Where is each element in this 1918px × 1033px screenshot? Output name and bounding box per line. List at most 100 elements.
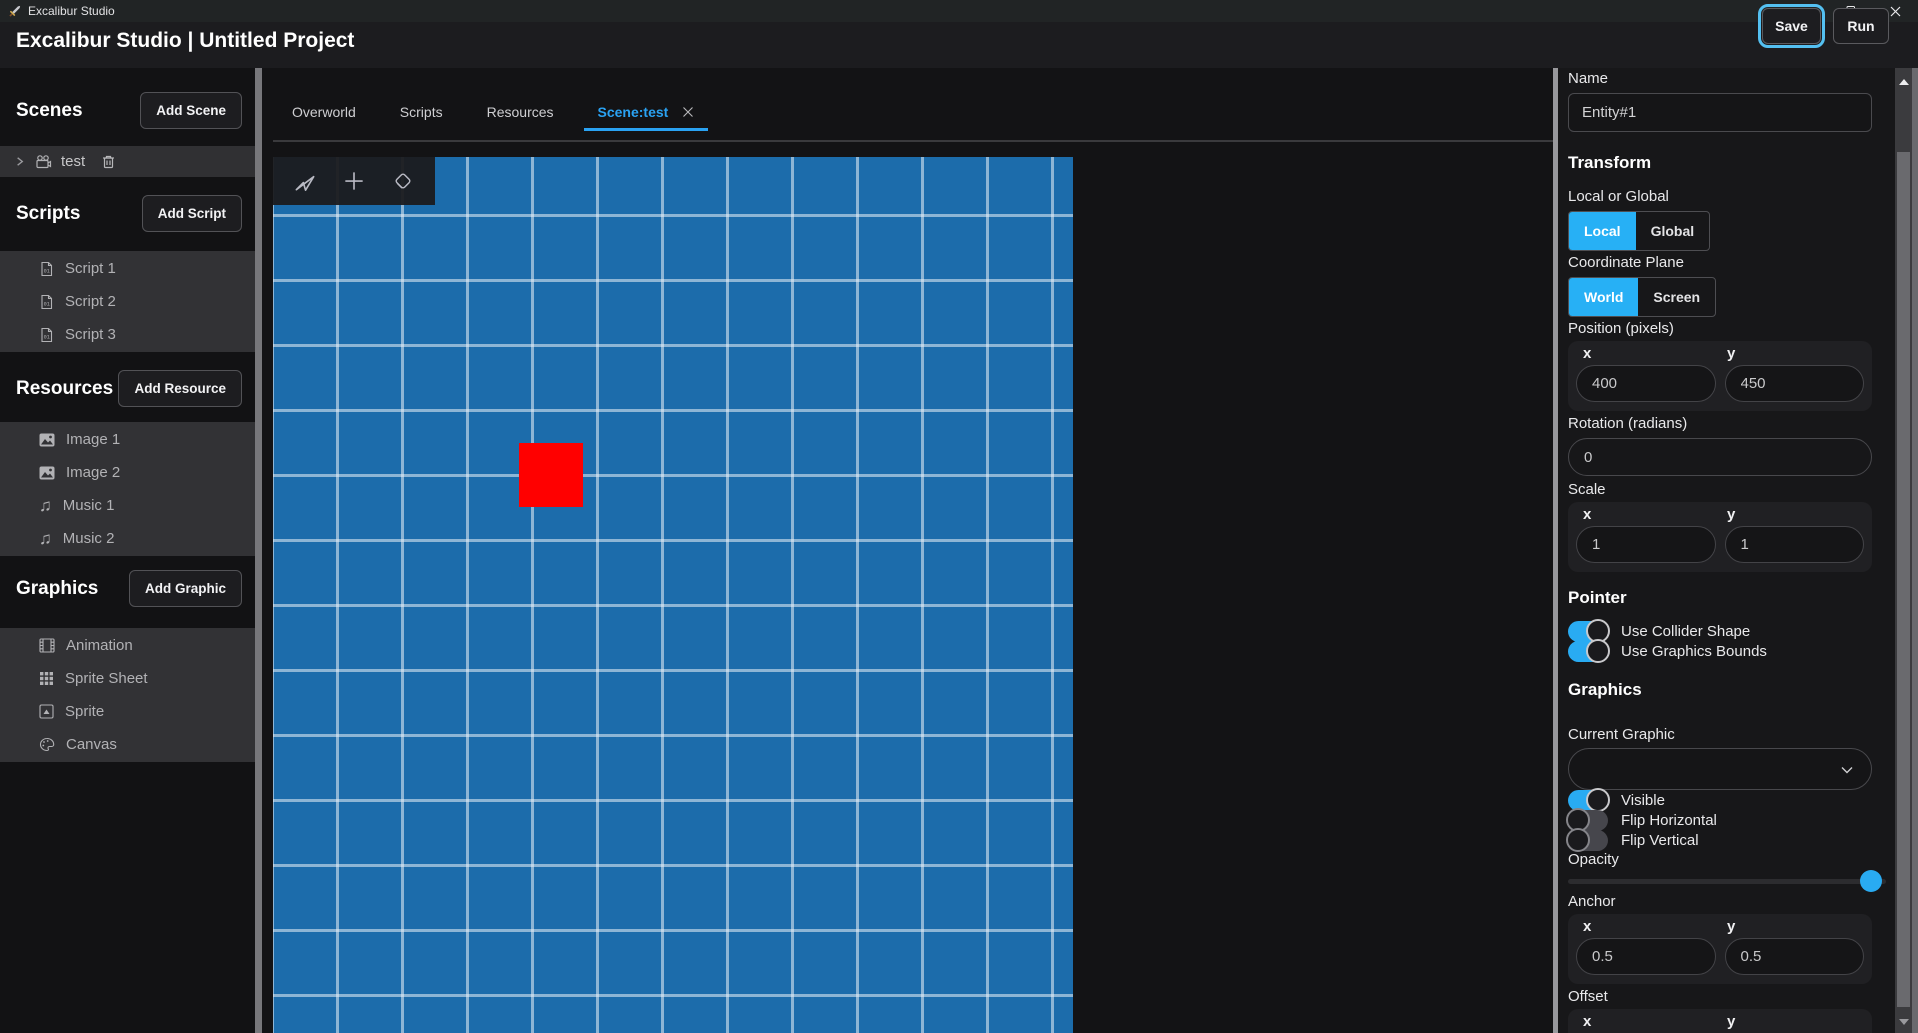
flip-horizontal-row: Flip Horizontal bbox=[1568, 810, 1872, 830]
cursor-icon bbox=[292, 168, 318, 194]
opacity-label: Opacity bbox=[1568, 851, 1872, 868]
script-list-item[interactable]: 01 Script 3 bbox=[0, 318, 255, 351]
opacity-slider[interactable] bbox=[1568, 879, 1886, 884]
use-collider-shape-toggle[interactable] bbox=[1568, 621, 1608, 642]
scale-group: x y bbox=[1568, 502, 1872, 572]
position-y-label: y bbox=[1720, 345, 1864, 362]
tab-label: Resources bbox=[487, 104, 554, 120]
anchor-label: Anchor bbox=[1568, 893, 1872, 910]
tab-scene-test[interactable]: Scene:test bbox=[596, 94, 697, 130]
music-icon: ♫ bbox=[39, 530, 52, 547]
flip-vertical-toggle[interactable] bbox=[1568, 830, 1608, 851]
opacity-slider-thumb[interactable] bbox=[1860, 870, 1882, 892]
scene-canvas[interactable] bbox=[273, 157, 1073, 1033]
window-scrollbar-edge[interactable] bbox=[1912, 66, 1918, 1033]
rotation-label: Rotation (radians) bbox=[1568, 415, 1872, 432]
use-graphics-bounds-label: Use Graphics Bounds bbox=[1621, 643, 1767, 660]
coordinate-plane-segmented: World Screen bbox=[1568, 277, 1716, 317]
resource-list-item[interactable]: Image 2 bbox=[0, 456, 255, 489]
add-script-button[interactable]: Add Script bbox=[142, 195, 242, 232]
anchor-x-input[interactable] bbox=[1576, 938, 1716, 975]
add-graphic-button[interactable]: Add Graphic bbox=[129, 570, 242, 607]
tab-resources[interactable]: Resources bbox=[485, 94, 556, 130]
local-global-segmented: Local Global bbox=[1568, 211, 1710, 251]
scene-list-item[interactable]: test bbox=[0, 146, 255, 177]
script-item-label: Script 3 bbox=[65, 326, 116, 343]
inspector-resize-handle[interactable] bbox=[1553, 68, 1558, 1033]
close-tab-icon[interactable] bbox=[682, 106, 694, 118]
use-collider-shape-row: Use Collider Shape bbox=[1568, 621, 1872, 641]
rotation-input[interactable] bbox=[1568, 438, 1872, 476]
resource-list-item[interactable]: ♫ Music 2 bbox=[0, 522, 255, 555]
scenes-section-header: Scenes Add Scene bbox=[0, 92, 255, 129]
current-graphic-label: Current Graphic bbox=[1568, 726, 1872, 743]
coordinate-plane-label: Coordinate Plane bbox=[1568, 254, 1872, 271]
save-button[interactable]: Save bbox=[1762, 8, 1821, 44]
graphic-list-item[interactable]: Animation bbox=[0, 629, 255, 662]
current-graphic-dropdown[interactable] bbox=[1568, 748, 1872, 790]
app-logo-sword-icon bbox=[7, 4, 22, 19]
local-option[interactable]: Local bbox=[1569, 212, 1636, 250]
chevron-right-icon[interactable] bbox=[13, 155, 26, 168]
sidebar-resize-handle[interactable] bbox=[255, 68, 262, 1033]
add-scene-button[interactable]: Add Scene bbox=[140, 92, 242, 129]
graphic-list-item[interactable]: Sprite Sheet bbox=[0, 662, 255, 695]
script-list-item[interactable]: 01 Script 1 bbox=[0, 252, 255, 285]
film-icon bbox=[39, 638, 55, 653]
entity-rect[interactable] bbox=[519, 443, 583, 507]
scale-x-input[interactable] bbox=[1576, 526, 1716, 563]
use-graphics-bounds-toggle[interactable] bbox=[1568, 641, 1608, 662]
tab-scripts[interactable]: Scripts bbox=[398, 94, 445, 130]
scripts-section-header: Scripts Add Script bbox=[0, 195, 255, 232]
run-button[interactable]: Run bbox=[1833, 8, 1889, 44]
scale-label: Scale bbox=[1568, 481, 1872, 498]
visible-toggle[interactable] bbox=[1568, 790, 1608, 811]
graphic-item-label: Sprite Sheet bbox=[65, 670, 148, 687]
position-y-input[interactable] bbox=[1725, 365, 1865, 402]
graphics-section-header: Graphics Add Graphic bbox=[0, 570, 255, 607]
graphic-list-item[interactable]: Sprite bbox=[0, 695, 255, 728]
inspector-scrollbar[interactable] bbox=[1895, 66, 1912, 1033]
svg-text:01: 01 bbox=[44, 301, 50, 307]
excalibur-studio-window: Excalibur Studio Excalibur Studio | Unti… bbox=[0, 0, 1918, 1033]
resources-heading: Resources bbox=[16, 378, 113, 400]
editor-tabs: Overworld Scripts Resources Scene:test bbox=[273, 94, 696, 140]
resource-list-item[interactable]: Image 1 bbox=[0, 423, 255, 456]
entity-name-input[interactable] bbox=[1568, 93, 1872, 132]
scroll-down-arrow-icon[interactable] bbox=[1899, 1019, 1909, 1025]
palette-icon bbox=[39, 737, 55, 752]
screen-option[interactable]: Screen bbox=[1638, 278, 1715, 316]
image-icon bbox=[39, 433, 55, 447]
script-list-item[interactable]: 01 Script 2 bbox=[0, 285, 255, 318]
flip-horizontal-toggle[interactable] bbox=[1568, 810, 1608, 831]
tabs-underline bbox=[273, 140, 1553, 142]
name-label: Name bbox=[1568, 70, 1872, 87]
cursor-tool-button[interactable] bbox=[288, 164, 322, 198]
plus-icon bbox=[341, 168, 367, 194]
anchor-y-input[interactable] bbox=[1725, 938, 1865, 975]
scrollbar-thumb[interactable] bbox=[1897, 152, 1910, 1007]
add-tool-button[interactable] bbox=[337, 164, 371, 198]
resource-item-label: Music 2 bbox=[63, 530, 115, 547]
header: Excalibur Studio | Untitled Project bbox=[0, 22, 1918, 68]
tab-overworld[interactable]: Overworld bbox=[290, 94, 358, 130]
inspector-panel: Name Transform Local or Global Local Glo… bbox=[1558, 66, 1918, 1033]
toggle-knob bbox=[1586, 639, 1610, 663]
flip-vertical-label: Flip Vertical bbox=[1621, 832, 1699, 849]
global-option[interactable]: Global bbox=[1636, 212, 1710, 250]
script-item-label: Script 1 bbox=[65, 260, 116, 277]
trash-icon[interactable] bbox=[101, 154, 116, 170]
resource-list-item[interactable]: ♫ Music 1 bbox=[0, 489, 255, 522]
offset-label: Offset bbox=[1568, 988, 1872, 1005]
titlebar-app-name: Excalibur Studio bbox=[28, 4, 115, 18]
position-label: Position (pixels) bbox=[1568, 320, 1872, 337]
scroll-up-arrow-icon[interactable] bbox=[1899, 79, 1909, 85]
graphic-list-item[interactable]: Canvas bbox=[0, 728, 255, 761]
add-resource-button[interactable]: Add Resource bbox=[118, 370, 242, 407]
world-option[interactable]: World bbox=[1569, 278, 1638, 316]
position-x-input[interactable] bbox=[1576, 365, 1716, 402]
eraser-tool-button[interactable] bbox=[386, 164, 420, 198]
scale-y-input[interactable] bbox=[1725, 526, 1865, 563]
svg-text:01: 01 bbox=[44, 268, 50, 274]
graphics-heading: Graphics bbox=[16, 578, 98, 600]
